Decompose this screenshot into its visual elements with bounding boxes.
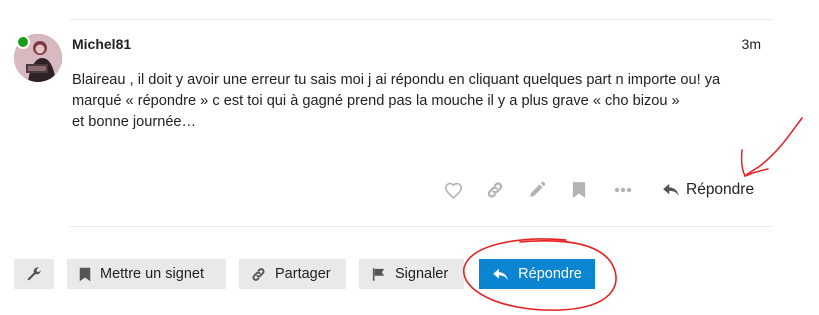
reply-icon <box>663 183 679 197</box>
share-button[interactable]: Partager <box>239 259 346 289</box>
post-reply-label: Répondre <box>686 181 755 198</box>
post-body-paragraph: Blaireau , il doit y avoir une erreur tu… <box>72 72 721 109</box>
wrench-icon <box>27 267 42 281</box>
topic-reply-button[interactable]: Répondre <box>479 259 595 289</box>
admin-button[interactable] <box>14 259 54 289</box>
bookmark-topic-label: Mettre un signet <box>100 266 204 282</box>
post-body-paragraph: et bonne journée… <box>72 114 197 130</box>
bookmark-button[interactable] <box>564 175 594 205</box>
heart-icon <box>444 182 462 199</box>
flag-button[interactable]: Signaler <box>359 259 464 289</box>
annotation-arrowhead <box>740 149 769 177</box>
link-icon <box>252 267 265 281</box>
bookmark-icon <box>79 267 91 281</box>
copy-link-button[interactable] <box>480 175 510 205</box>
pencil-icon <box>530 181 546 197</box>
flag-icon <box>372 267 385 281</box>
ellipsis-icon <box>614 187 632 193</box>
more-options-button[interactable] <box>608 175 638 205</box>
link-icon <box>487 182 503 198</box>
post-body: Blaireau , il doit y avoir une erreur tu… <box>72 70 772 133</box>
post-reply-button[interactable]: Répondre <box>662 177 754 203</box>
bookmark-topic-button[interactable]: Mettre un signet <box>67 259 226 289</box>
topic-reply-label: Répondre <box>518 266 582 282</box>
post-time[interactable]: 3m <box>742 36 761 52</box>
post-divider <box>70 226 772 227</box>
top-divider <box>70 19 772 20</box>
like-button[interactable] <box>438 175 468 205</box>
post-username[interactable]: Michel81 <box>72 36 131 52</box>
reply-icon <box>493 268 508 280</box>
post-actions: Répondre <box>430 175 770 205</box>
online-status-indicator <box>16 35 30 49</box>
flag-label: Signaler <box>395 266 449 282</box>
bookmark-icon <box>572 182 586 198</box>
edit-button[interactable] <box>522 175 552 205</box>
share-label: Partager <box>275 266 331 282</box>
